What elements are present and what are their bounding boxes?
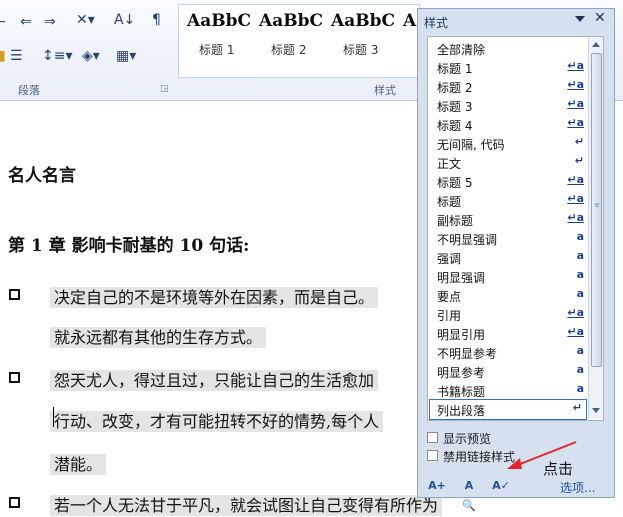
- annotation-arrow: [507, 441, 577, 469]
- annotation-text: 点击: [543, 460, 574, 478]
